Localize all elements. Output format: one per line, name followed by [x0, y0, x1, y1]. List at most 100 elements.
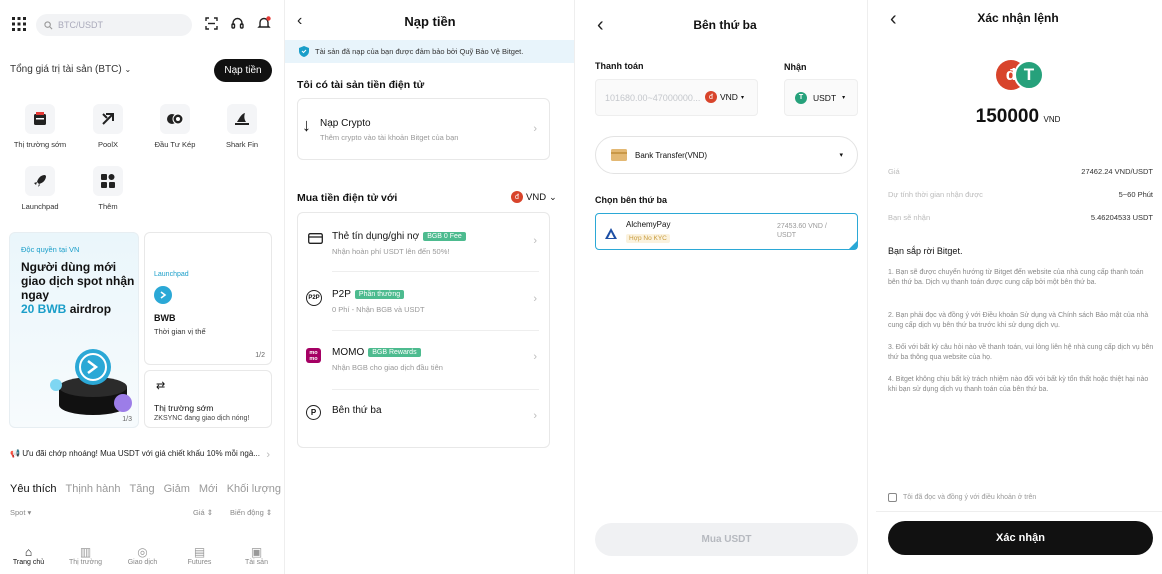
nav-market[interactable]: ▥ Thị trường	[61, 545, 111, 566]
rocket-icon	[25, 166, 55, 196]
promo-coin-illustration	[50, 349, 132, 415]
feature-label: Thêm	[98, 202, 118, 211]
method-third-party-title: Bên thứ ba	[332, 405, 382, 416]
order-amount: 150000 VND	[868, 106, 1162, 128]
total-assets-label[interactable]: Tổng giá trị tài sản (BTC) ⌄	[10, 64, 131, 75]
futures-icon: ▤	[193, 544, 206, 559]
sort-price-label: Giá	[193, 508, 205, 517]
tab-new[interactable]: Mới	[199, 483, 218, 495]
crypto-deposit-sub: Thêm crypto vào tài khoản Bitget của bạn	[320, 133, 459, 142]
market-filter-label: Spot	[10, 508, 26, 517]
chevron-right-icon: ›	[533, 235, 537, 247]
notification-bell-icon[interactable]	[257, 16, 271, 30]
method-momo-badge: BGB Rewards	[368, 347, 421, 357]
provider-option-alchemypay[interactable]: AlchemyPay Hợp No KYC 27453.60 VND / USD…	[595, 213, 858, 250]
market-tabs: Yêu thích Thịnh hành Tăng Giảm Mới Khối …	[10, 483, 281, 495]
method-card-badge: BGB 0 Fee	[423, 231, 466, 241]
feature-shark-fin[interactable]: Shark Fin	[210, 104, 274, 149]
tab-gainers[interactable]: Tăng	[130, 483, 155, 495]
term-4: 4. Bitget không chịu bất kỳ trách nhiệm …	[888, 376, 1149, 393]
scan-icon[interactable]	[205, 17, 218, 30]
price-value: 27462.24 VND/USDT	[1081, 167, 1153, 176]
nav-home[interactable]: ⌂ Trang chủ	[4, 545, 54, 566]
nav-futures[interactable]: ▤ Futures	[175, 545, 225, 566]
crypto-deposit-title: Nạp Crypto	[320, 118, 371, 129]
deposit-button[interactable]: Nạp tiền	[214, 59, 272, 82]
promo-tag: Độc quyền tại VN	[21, 245, 80, 254]
search-input[interactable]: BTC/USDT	[36, 14, 192, 36]
currency-code: VND	[526, 191, 547, 203]
method-row-p2p[interactable]: P2P P2P Phần thưởng 0 Phí - Nhận BGB và U…	[298, 272, 549, 330]
eta-label: Dự tính thời gian nhận được	[888, 190, 983, 199]
sort-change[interactable]: Biến động ⇕	[230, 508, 272, 517]
search-placeholder: BTC/USDT	[58, 20, 103, 30]
method-p2p-title: P2P Phần thưởng	[332, 289, 405, 300]
payment-method-select[interactable]: Bank Transfer(VND) ▾	[595, 136, 858, 174]
receive-currency-code: USDT	[813, 92, 837, 103]
nav-trade-label: Giao dịch	[127, 558, 158, 566]
notice-bar[interactable]: 📢 Ưu đãi chớp nhoáng! Mua USDT với giá c…	[10, 449, 272, 458]
apps-grid-icon[interactable]	[12, 17, 26, 31]
receive-currency-selector[interactable]: T USDT ▾	[784, 79, 858, 116]
feature-early-market[interactable]: Thị trường sớm	[8, 104, 72, 149]
feature-poolx[interactable]: PoolX	[76, 104, 140, 149]
method-row-momo[interactable]: mo mo MOMO BGB Rewards Nhận BGB cho giao d…	[298, 331, 549, 389]
chevron-right-icon: ›	[533, 351, 537, 363]
agree-checkbox-row[interactable]: Tôi đã đọc và đồng ý với điều khoản ở tr…	[888, 493, 1036, 502]
method-row-card[interactable]: Thẻ tín dụng/ghi nợ BGB 0 Fee Nhận hoàn p…	[298, 213, 549, 271]
notice-text: Ưu đãi chớp nhoáng! Mua USDT với giá chi…	[22, 449, 260, 458]
confirm-order-screen: ‹ Xác nhận lệnh đ T 150000 VND Giá 27462…	[868, 0, 1162, 574]
tab-trending[interactable]: Thịnh hành	[65, 483, 120, 495]
pay-label: Thanh toán	[595, 61, 644, 71]
market-chart-icon: ▥	[79, 544, 92, 559]
home-icon: ⌂	[24, 544, 33, 559]
promo-headline-text: Người dùng mới giao dịch spot nhận ngay	[21, 260, 135, 302]
method-card-title-text: Thẻ tín dụng/ghi nợ	[332, 231, 420, 242]
feature-label: Shark Fin	[225, 140, 259, 149]
feature-launchpad[interactable]: Launchpad	[8, 166, 72, 211]
promo-suffix: airdrop	[69, 302, 112, 316]
confirm-button[interactable]: Xác nhận	[888, 521, 1153, 555]
feature-dual-invest[interactable]: Đầu Tư Kép	[143, 104, 207, 149]
page-title: Nạp tiền	[404, 14, 456, 29]
method-row-third-party[interactable]: P Bên thứ ba ›	[298, 390, 549, 448]
buy-usdt-button[interactable]: Mua USDT	[595, 523, 858, 556]
market-filter-spot[interactable]: Spot ▾	[10, 508, 31, 517]
provider-tag: Hợp No KYC	[626, 234, 670, 243]
launchpad-card[interactable]: Launchpad BWB Thời gian vị thế 1/2	[144, 232, 272, 365]
feature-more[interactable]: Thêm	[76, 166, 140, 211]
method-card-sub: Nhận hoàn phí USDT lên đến 50%!	[332, 247, 450, 256]
term-1: 1. Bạn sẽ được chuyển hướng từ Bitget đế…	[888, 269, 1144, 286]
receive-amount-label: Bạn sẽ nhận	[888, 213, 931, 222]
caret-down-icon: ▾	[740, 94, 744, 101]
method-p2p-title-text: P2P	[332, 289, 351, 300]
feature-label: Launchpad	[21, 202, 59, 211]
chevron-right-icon: ›	[266, 449, 270, 458]
wallet-icon: ▣	[250, 544, 263, 559]
promo-banner[interactable]: Độc quyền tại VN Người dùng mới giao dịc…	[9, 232, 139, 428]
currency-selector[interactable]: đ VND ⌄	[511, 191, 557, 203]
sort-price[interactable]: Giá ⇕	[193, 508, 213, 517]
nav-assets[interactable]: ▣ Tài sản	[232, 545, 282, 566]
momo-icon: mo mo	[306, 348, 321, 363]
protection-banner: Tài sản đã nạp của bạn được đảm bảo bởi …	[285, 40, 574, 63]
tab-favorites[interactable]: Yêu thích	[10, 483, 56, 495]
order-amount-unit: VND	[1043, 115, 1061, 124]
launchpad-card-sub: Thời gian vị thế	[154, 327, 206, 336]
search-icon	[44, 20, 53, 30]
shield-icon	[299, 46, 309, 57]
early-market-card[interactable]: ⇄ Thị trường sớm ZKSYNC đang giao dịch n…	[144, 370, 272, 428]
third-party-icon: P	[306, 405, 321, 420]
method-momo-sub: Nhận BGB cho giao dịch đầu tiên	[332, 363, 443, 372]
arrows-exchange-icon: ⇄	[156, 380, 166, 392]
pay-currency-selector[interactable]: đ VND ▾	[705, 91, 744, 103]
crypto-deposit-row[interactable]: ↓ Nạp Crypto Thêm crypto vào tài khoản B…	[297, 98, 550, 160]
provider-name: AlchemyPay	[626, 220, 671, 229]
more-grid-icon	[93, 166, 123, 196]
megaphone-icon: 📢	[10, 449, 20, 458]
tab-losers[interactable]: Giảm	[164, 483, 190, 495]
tab-volume[interactable]: Khối lượng	[227, 483, 281, 495]
agree-checkbox[interactable]	[888, 493, 897, 502]
support-headset-icon[interactable]	[231, 17, 244, 30]
nav-trade[interactable]: ◎ Giao dịch	[118, 545, 168, 566]
